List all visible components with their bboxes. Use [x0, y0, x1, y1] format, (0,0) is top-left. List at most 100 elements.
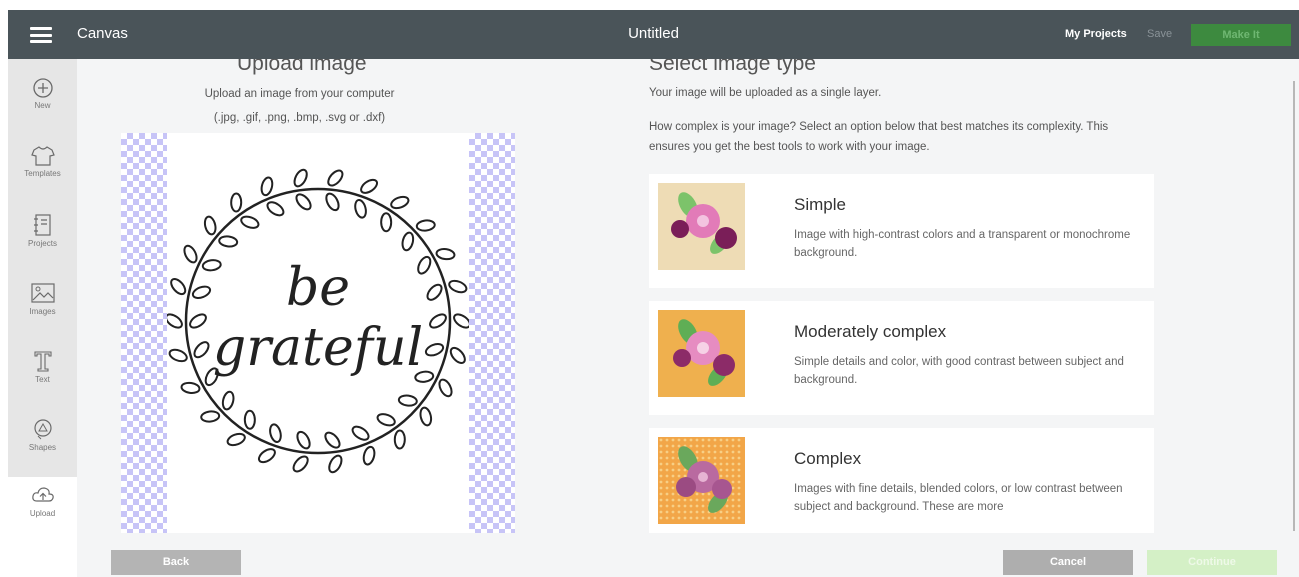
- pattern-dot: [731, 492, 735, 496]
- wreath-leaf: [165, 313, 183, 329]
- sidebar-item-images[interactable]: Images: [8, 273, 77, 341]
- option-simple[interactable]: Simple Image with high-contrast colors a…: [649, 174, 1154, 288]
- pattern-dot: [731, 456, 735, 460]
- pattern-dot: [665, 486, 669, 490]
- plus-circle-icon: [32, 78, 53, 98]
- option-moderately-complex[interactable]: Moderately complex Simple details and co…: [649, 301, 1154, 415]
- pattern-dot: [719, 456, 723, 460]
- pattern-dot: [659, 438, 663, 442]
- sidebar-label: Projects: [28, 239, 57, 248]
- pattern-dot: [671, 516, 675, 520]
- pattern-dot: [737, 492, 741, 496]
- wreath-leaf: [417, 255, 432, 275]
- back-button[interactable]: Back: [111, 550, 241, 575]
- pattern-dot: [695, 510, 699, 514]
- pattern-dot: [731, 450, 735, 454]
- pattern-dot: [737, 456, 741, 460]
- left-sidebar: New Templates Projects Images Text Shape…: [8, 59, 77, 545]
- pattern-dot: [665, 498, 669, 502]
- pattern-dot: [695, 444, 699, 448]
- pattern-dot: [725, 516, 729, 520]
- pattern-dot: [731, 444, 735, 448]
- sidebar-label: New: [34, 101, 51, 110]
- pattern-dot: [707, 450, 711, 454]
- make-it-button[interactable]: Make It: [1191, 24, 1291, 46]
- pattern-dot: [659, 450, 663, 454]
- continue-button[interactable]: Continue: [1147, 550, 1277, 575]
- pattern-dot: [665, 516, 669, 520]
- upload-dialog: Upload image Upload an image from your c…: [77, 59, 1299, 533]
- scrollbar[interactable]: [1291, 59, 1299, 533]
- save-button[interactable]: Save: [1147, 28, 1172, 40]
- select-question: How complex is your image? Select an opt…: [649, 121, 1109, 153]
- pattern-dot: [725, 444, 729, 448]
- scrollbar-thumb[interactable]: [1293, 81, 1295, 531]
- pattern-dot: [671, 450, 675, 454]
- my-projects-link[interactable]: My Projects: [1065, 28, 1127, 40]
- pattern-dot: [671, 474, 675, 478]
- option-description: Simple details and color, with good cont…: [794, 356, 1124, 386]
- moderate-flower-thumbnail: [658, 310, 745, 397]
- pattern-dot: [737, 480, 741, 484]
- pattern-dot: [737, 450, 741, 454]
- wreath-leaf: [292, 455, 309, 473]
- pattern-dot: [695, 504, 699, 508]
- option-title: Moderately complex: [794, 322, 947, 341]
- wreath-leaf: [296, 430, 311, 450]
- pattern-dot: [671, 480, 675, 484]
- pattern-dot: [671, 498, 675, 502]
- sidebar-item-templates[interactable]: Templates: [8, 137, 77, 205]
- pattern-dot: [677, 504, 681, 508]
- preview-image: be grateful: [165, 133, 471, 533]
- wreath-leaf: [203, 215, 217, 236]
- wreath-leaf: [401, 231, 415, 252]
- wreath-leaf: [226, 432, 246, 447]
- pattern-dot: [671, 492, 675, 496]
- pattern-dot: [701, 498, 705, 502]
- pattern-dot: [713, 450, 717, 454]
- option-complex[interactable]: Complex Images with fine details, blende…: [649, 428, 1154, 533]
- cancel-button[interactable]: Cancel: [1003, 550, 1133, 575]
- pattern-dot: [731, 510, 735, 514]
- pattern-dot: [737, 498, 741, 502]
- wreath-leaf: [193, 341, 210, 359]
- sidebar-item-new[interactable]: New: [8, 69, 77, 137]
- pattern-dot: [731, 474, 735, 478]
- pattern-dot: [665, 438, 669, 442]
- pattern-dot: [713, 516, 717, 520]
- pattern-dot: [671, 456, 675, 460]
- pattern-dot: [695, 438, 699, 442]
- sidebar-label: Templates: [24, 169, 61, 178]
- pattern-dot: [737, 510, 741, 514]
- pattern-dot: [665, 444, 669, 448]
- pattern-dot: [671, 486, 675, 490]
- select-heading: Select image type: [649, 59, 816, 75]
- sidebar-label: Images: [29, 307, 56, 316]
- pattern-dot: [665, 462, 669, 466]
- pattern-dot: [677, 462, 681, 466]
- pattern-dot: [677, 510, 681, 514]
- sidebar-item-upload[interactable]: Upload: [8, 477, 77, 545]
- pattern-dot: [665, 510, 669, 514]
- pattern-dot: [683, 516, 687, 520]
- pattern-dot: [683, 504, 687, 508]
- pattern-dot: [731, 498, 735, 502]
- sidebar-item-projects[interactable]: Projects: [8, 205, 77, 273]
- dialog-footer: Back Cancel Continue: [77, 533, 1299, 577]
- sidebar-item-shapes[interactable]: Shapes: [8, 409, 77, 477]
- option-description: Images with fine details, blended colors…: [794, 483, 1123, 513]
- pattern-dot: [719, 516, 723, 520]
- notebook-icon: [33, 214, 51, 236]
- pattern-dot: [695, 492, 699, 496]
- pattern-dot: [719, 468, 723, 472]
- complex-flower-thumbnail: [658, 437, 745, 524]
- wreath-leaf: [230, 192, 243, 213]
- pattern-dot: [659, 474, 663, 478]
- pattern-dot: [671, 504, 675, 508]
- wreath-leaf: [354, 198, 367, 219]
- wreath-leaf: [183, 244, 198, 264]
- wreath-leaf: [453, 313, 471, 329]
- pattern-dot: [713, 438, 717, 442]
- wreath-leaf: [351, 425, 370, 441]
- sidebar-item-text[interactable]: Text: [8, 341, 77, 409]
